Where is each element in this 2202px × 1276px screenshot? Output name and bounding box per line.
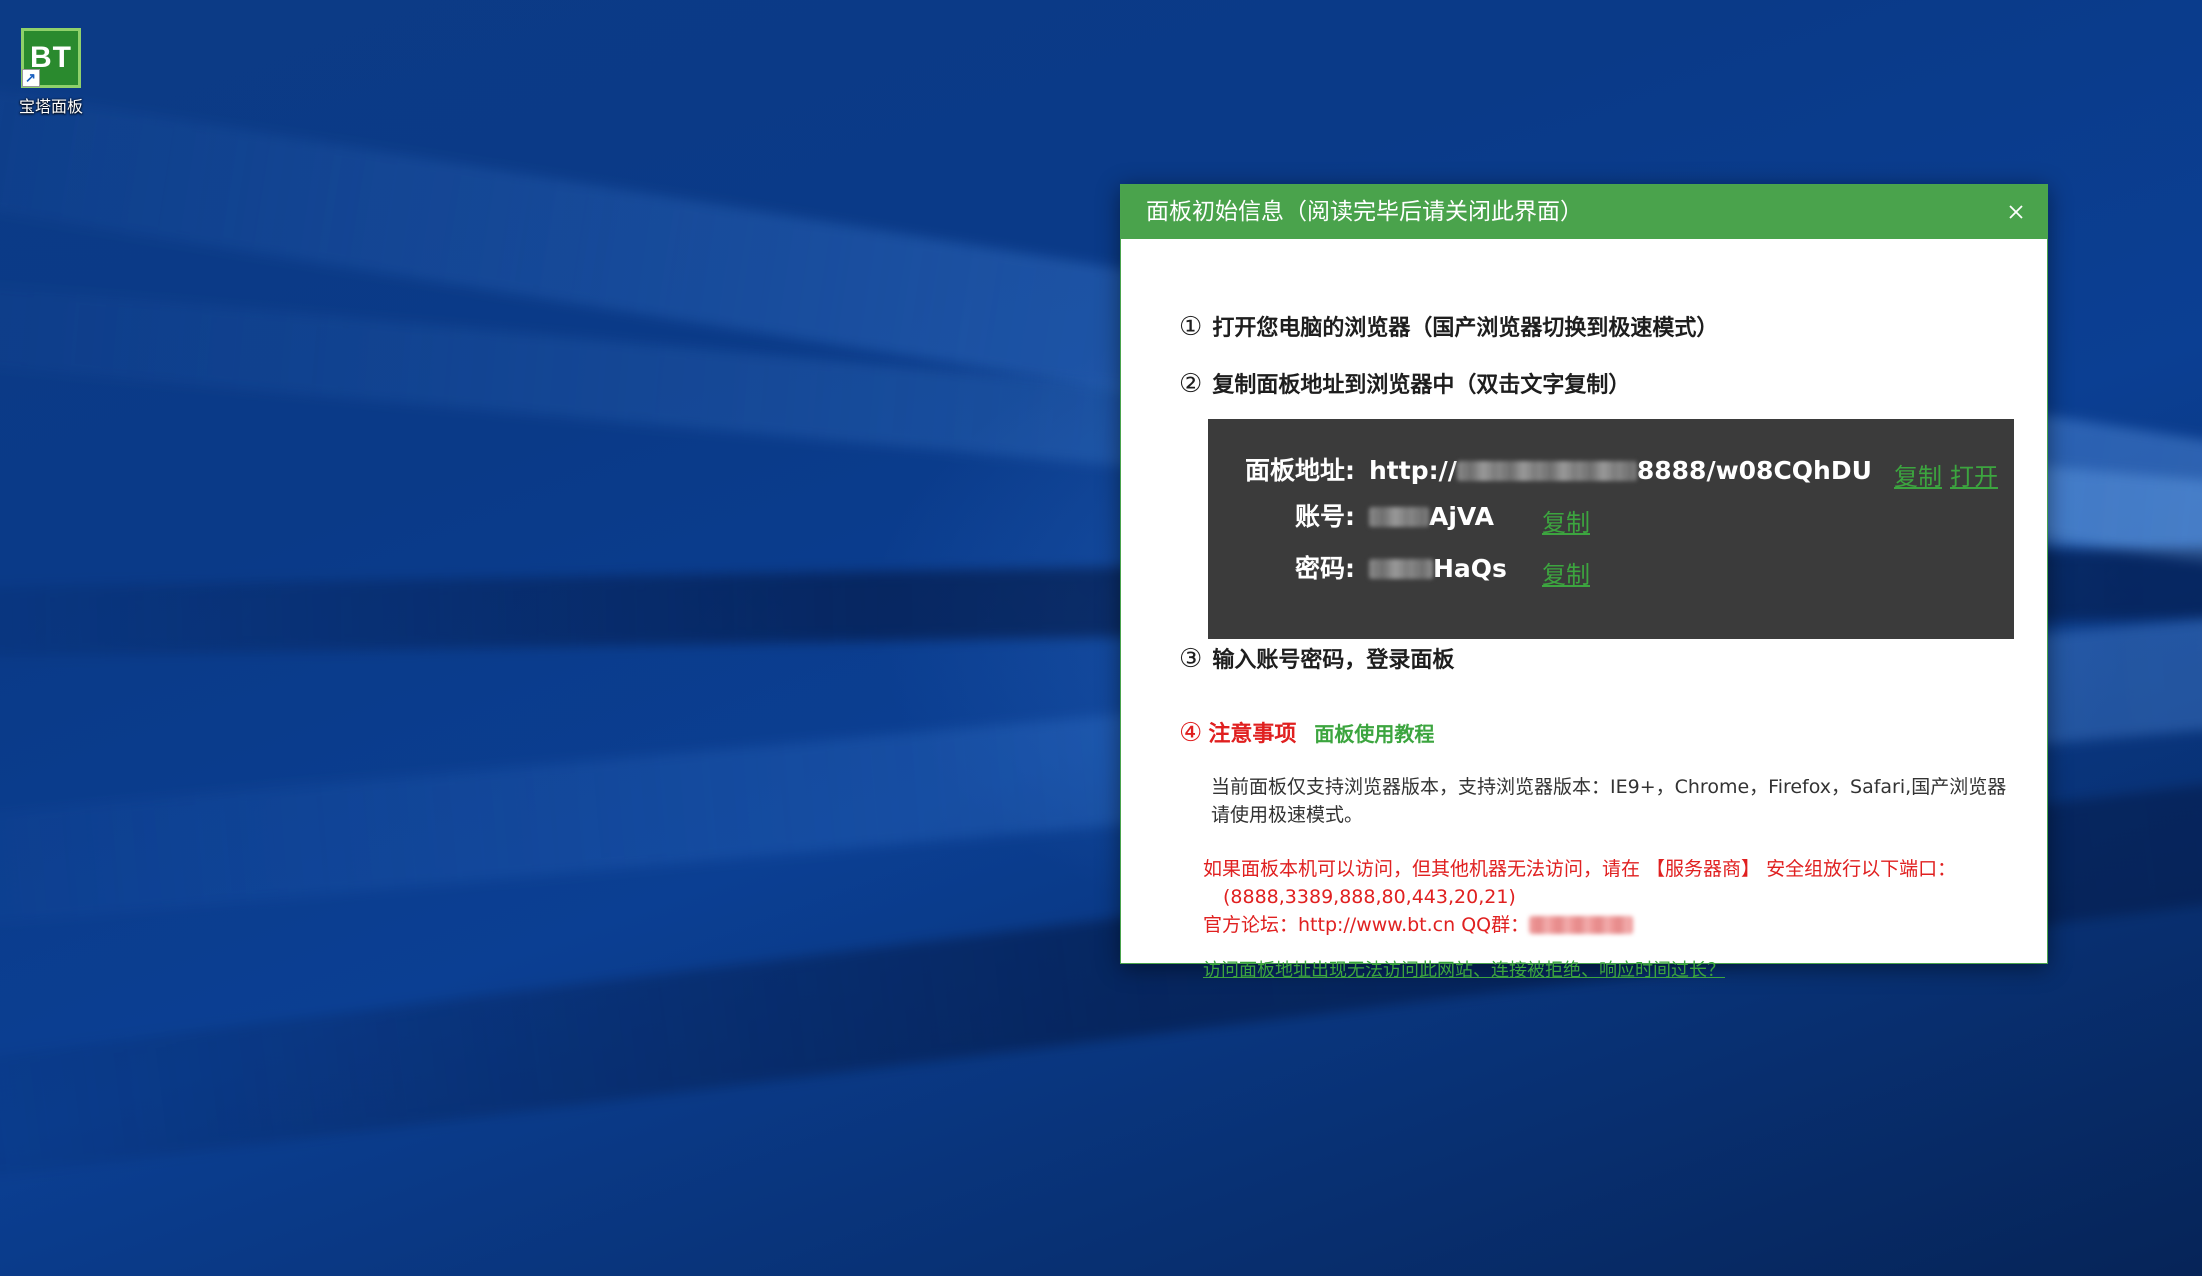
redacted-qq-blur — [1529, 916, 1634, 934]
account-row: 账号: AjVA — [1295, 501, 1494, 533]
redacted-password-blur — [1369, 559, 1433, 579]
step-1: ① 打开您电脑的浏览器（国产浏览器切换到极速模式） — [1179, 313, 1718, 343]
panel-address-value[interactable]: http:// 8888/w08CQhDU — [1369, 455, 1872, 487]
password-value[interactable]: HaQs — [1369, 553, 1507, 585]
port-notice-line-1: 如果面板本机可以访问，但其他机器无法访问，请在 【服务器商】 安全组放行以下端口… — [1203, 858, 1957, 880]
notes-number: ④ — [1179, 718, 1203, 748]
port-notice-ports: (8888,3389,888,80,443,20,21) — [1223, 886, 1516, 908]
account-value[interactable]: AjVA — [1369, 501, 1494, 533]
shortcut-arrow-icon: ↗ — [22, 69, 40, 87]
redacted-account-blur — [1369, 507, 1429, 527]
step-3-number: ③ — [1179, 644, 1203, 674]
password-suffix: HaQs — [1433, 554, 1507, 583]
panel-address-prefix: http:// — [1369, 456, 1457, 485]
step-3-text: 输入账号密码，登录面板 — [1212, 648, 1455, 673]
forum-qq-text: 官方论坛：http://www.bt.cn QQ群： — [1203, 914, 1530, 936]
step-1-text: 打开您电脑的浏览器（国产浏览器切换到极速模式） — [1212, 316, 1719, 341]
notes-title: 注意事项 — [1208, 722, 1297, 747]
panel-tutorial-link[interactable]: 面板使用教程 — [1314, 722, 1434, 746]
close-icon[interactable] — [2003, 199, 2029, 225]
panel-credentials-box: 面板地址: http://8888/w08CQhDU 复制 打开 账号: AjVA … — [1208, 419, 2014, 639]
copy-password-link[interactable]: 复制 — [1542, 555, 1590, 590]
desktop-shortcut-bt-panel[interactable]: BT ↗ 宝塔面板 — [10, 28, 92, 117]
bt-logo-icon: BT ↗ — [21, 28, 81, 88]
panel-address-row: 面板地址: http:// 8888/w08CQhDU — [1245, 455, 1872, 487]
port-notice: 如果面板本机可以访问，但其他机器无法访问，请在 【服务器商】 安全组放行以下端口… — [1203, 855, 2023, 911]
account-suffix: AjVA — [1429, 502, 1494, 531]
step-2: ② 复制面板地址到浏览器中（双击文字复制） — [1179, 370, 1630, 400]
password-label: 密码: — [1295, 554, 1355, 583]
desktop-icon-label: 宝塔面板 — [18, 97, 83, 116]
step-3: ③ 输入账号密码，登录面板 — [1179, 645, 1454, 675]
account-label: 账号: — [1295, 502, 1355, 531]
troubleshoot-link[interactable]: 访问面板地址出现无法访问此网站、连接被拒绝、响应时间过长？ — [1203, 959, 1725, 983]
panel-init-info-dialog: 面板初始信息（阅读完毕后请关闭此界面） ① 打开您电脑的浏览器（国产浏览器切换到极… — [1120, 184, 2048, 981]
browser-support-note: 当前面板仅支持浏览器版本，支持浏览器版本：IE9+，Chrome，Firefox… — [1211, 776, 2007, 826]
step-2-number: ② — [1179, 369, 1203, 399]
notes-header: ④ 注意事项 面板使用教程 — [1179, 719, 1434, 749]
password-row: 密码: HaQs — [1295, 553, 1507, 585]
dialog-title: 面板初始信息（阅读完毕后请关闭此界面） — [1146, 199, 1583, 225]
open-address-link[interactable]: 打开 — [1950, 457, 1998, 492]
copy-account-link[interactable]: 复制 — [1542, 503, 1590, 538]
dialog-body: ① 打开您电脑的浏览器（国产浏览器切换到极速模式） ② 复制面板地址到浏览器中（双击… — [1121, 239, 2047, 981]
desktop-background: BT ↗ 宝塔面板 面板初始信息（阅读完毕后请关闭此界面） ① 打开您电脑的浏览器… — [0, 0, 2202, 1276]
forum-qq-line: 官方论坛：http://www.bt.cn QQ群： — [1203, 911, 2003, 939]
redacted-ip-blur — [1456, 461, 1637, 481]
panel-address-label: 面板地址: — [1245, 456, 1355, 485]
dialog-title-bar[interactable]: 面板初始信息（阅读完毕后请关闭此界面） — [1121, 185, 2047, 239]
copy-address-link[interactable]: 复制 — [1894, 457, 1942, 492]
step-1-number: ① — [1179, 312, 1203, 342]
step-2-text: 复制面板地址到浏览器中（双击文字复制） — [1212, 373, 1631, 398]
panel-address-suffix: 8888/w08CQhDU — [1636, 456, 1872, 485]
